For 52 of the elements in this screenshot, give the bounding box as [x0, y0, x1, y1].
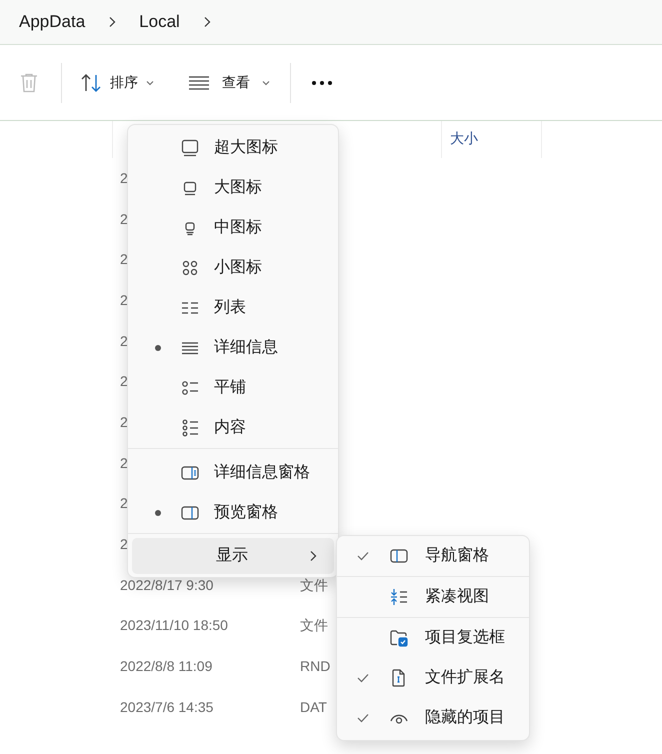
table-cell-text: 2 — [120, 250, 128, 270]
breadcrumb-item[interactable]: AppData — [19, 9, 86, 35]
chevron-down-icon — [146, 80, 154, 86]
table-cell-text: 2023/11/10 18:50 — [120, 616, 228, 636]
menu-item[interactable]: 详细信息窗格 — [132, 453, 334, 493]
breadcrumb-item[interactable]: Local — [139, 9, 180, 35]
compress-icon — [389, 587, 409, 607]
menu-item[interactable]: 文件扩展名 — [337, 658, 529, 698]
table-cell-text: 2022/8/8 11:09 — [120, 657, 212, 676]
table-cell-text: 2 — [120, 454, 128, 473]
column-header[interactable]: 大小 — [450, 130, 478, 146]
table-cell-text: 2 — [120, 210, 128, 229]
table-cell-text: RND — [300, 657, 330, 676]
menu-item[interactable]: 项目复选框 — [337, 618, 529, 658]
table-cell-text: DAT — [300, 698, 327, 717]
chevron-down-icon — [262, 80, 270, 86]
menu-item[interactable]: 小图标 — [132, 248, 334, 288]
menu-item[interactable]: 中图标 — [132, 208, 334, 248]
lines-icon — [188, 74, 210, 90]
menu-item[interactable]: 隐藏的项目 — [337, 698, 529, 738]
table-cell-text: 2023/7/6 14:35 — [120, 698, 214, 717]
chevron-right-icon — [308, 550, 318, 562]
menu-item[interactable]: 详细信息 — [132, 328, 334, 368]
table-cell-text: 2 — [120, 290, 128, 310]
large-square-icon — [180, 138, 200, 158]
menu-item[interactable]: 紧凑视图 — [337, 577, 529, 617]
chevron-right-icon — [202, 16, 212, 28]
menu-item[interactable]: 显示 — [132, 538, 334, 574]
table-cell-text: 2 — [120, 494, 128, 514]
table-cell-text: 2 — [120, 535, 128, 554]
menu-item[interactable]: 超大图标 — [132, 128, 334, 168]
table-cell-text: 2 — [120, 168, 128, 188]
table-cell-text: 2 — [120, 372, 128, 392]
sort-arrows-icon — [80, 72, 102, 92]
table-cell-text: 文件 — [300, 576, 328, 595]
menu-item[interactable]: 列表 — [132, 288, 334, 328]
chevron-right-icon — [107, 16, 118, 28]
table-cell-text: 2 — [120, 412, 128, 432]
menu-item[interactable]: 内容 — [132, 408, 334, 448]
table-cell-text: 2 — [120, 332, 128, 351]
table-cell-text: 文件 — [300, 616, 328, 636]
folder-checkbox-icon — [389, 628, 409, 648]
grid-icon — [180, 258, 200, 278]
table-cell-text: 2022/8/17 9:30 — [120, 576, 214, 595]
view-button[interactable]: 查看 — [188, 72, 270, 93]
sort-button[interactable]: 排序 — [80, 72, 154, 93]
menu-item[interactable]: 平铺 — [132, 368, 334, 408]
menu-item[interactable]: 导航窗格 — [337, 536, 529, 576]
menu-item[interactable]: 预览窗格 — [132, 493, 334, 533]
content-icon — [180, 418, 200, 438]
menu-item[interactable]: 大图标 — [132, 168, 334, 208]
more-icon[interactable] — [311, 80, 333, 86]
